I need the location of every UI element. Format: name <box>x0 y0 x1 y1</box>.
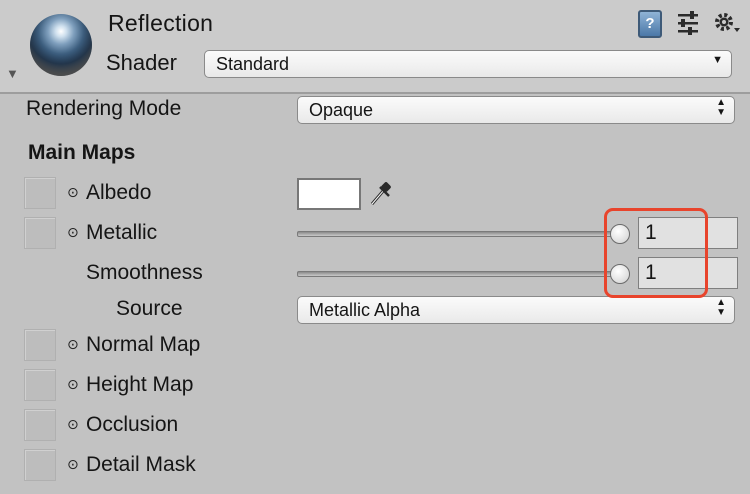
detail-mask-object-picker-icon[interactable]: ⊙ <box>67 456 79 473</box>
metallic-texture-slot[interactable] <box>24 217 56 249</box>
height-map-label: Height Map <box>86 373 194 396</box>
albedo-color-field[interactable] <box>297 178 361 210</box>
help-icon[interactable]: ? <box>638 10 662 38</box>
highlight-annotation <box>604 208 708 298</box>
height-map-object-picker-icon[interactable]: ⊙ <box>67 376 79 393</box>
normal-map-texture-slot[interactable] <box>24 329 56 361</box>
metallic-object-picker-icon[interactable]: ⊙ <box>67 224 79 241</box>
source-dropdown-value: Metallic Alpha <box>309 300 421 320</box>
material-title: Reflection <box>108 10 214 36</box>
occlusion-object-picker-icon[interactable]: ⊙ <box>67 416 79 433</box>
smoothness-slider-track[interactable] <box>297 271 621 277</box>
detail-mask-label: Detail Mask <box>86 453 196 476</box>
source-label: Source <box>116 297 183 320</box>
material-preview-sphere <box>30 14 92 76</box>
smoothness-label: Smoothness <box>86 261 203 284</box>
updown-chevron-icon: ▲ ▼ <box>716 297 726 318</box>
preset-sliders-icon[interactable] <box>676 8 700 44</box>
metallic-label: Metallic <box>86 221 158 244</box>
main-maps-heading: Main Maps <box>28 141 136 164</box>
eyedropper-icon[interactable] <box>368 178 394 215</box>
occlusion-texture-slot[interactable] <box>24 409 56 441</box>
detail-mask-texture-slot[interactable] <box>24 449 56 481</box>
chevron-down-icon: ▼ <box>712 54 723 66</box>
normal-map-label: Normal Map <box>86 333 201 356</box>
source-dropdown[interactable]: Metallic Alpha ▲ ▼ <box>297 296 735 324</box>
gear-icon[interactable] <box>712 8 742 44</box>
shader-dropdown-value: Standard <box>216 54 290 74</box>
albedo-label: Albedo <box>86 181 152 204</box>
rendering-mode-dropdown[interactable]: Opaque ▲ ▼ <box>297 96 735 124</box>
albedo-texture-slot[interactable] <box>24 177 56 209</box>
occlusion-label: Occlusion <box>86 413 179 436</box>
shader-dropdown[interactable]: Standard ▼ <box>204 50 732 78</box>
shader-label: Shader <box>106 50 177 75</box>
height-map-texture-slot[interactable] <box>24 369 56 401</box>
header-divider <box>0 92 750 94</box>
normal-map-object-picker-icon[interactable]: ⊙ <box>67 336 79 353</box>
rendering-mode-label: Rendering Mode <box>26 97 182 120</box>
albedo-object-picker-icon[interactable]: ⊙ <box>67 184 79 201</box>
rendering-mode-value: Opaque <box>309 100 374 120</box>
metallic-slider-track[interactable] <box>297 231 621 237</box>
foldout-arrow-icon[interactable]: ▼ <box>6 66 19 81</box>
updown-chevron-icon: ▲ ▼ <box>716 97 726 118</box>
